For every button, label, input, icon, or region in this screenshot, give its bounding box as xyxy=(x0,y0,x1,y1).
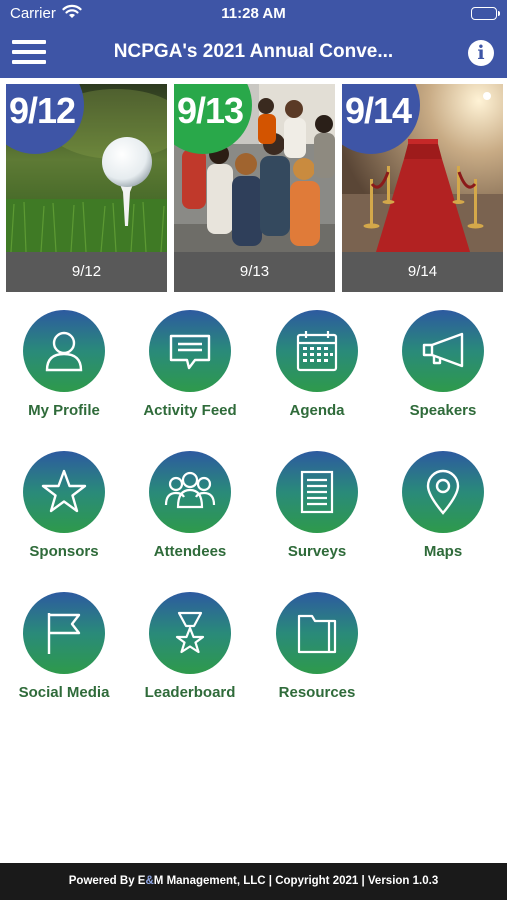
day-caption: 9/12 xyxy=(6,252,167,292)
menu-item-label: Activity Feed xyxy=(143,402,237,419)
menu-item-leaderboard[interactable]: Leaderboard xyxy=(127,592,253,701)
day-caption: 9/14 xyxy=(342,252,503,292)
day-tile-9-13[interactable]: 9/13 9/13 xyxy=(174,84,335,292)
date-badge-text: 9/13 xyxy=(177,90,244,131)
page-title: NCPGA's 2021 Annual Conve... xyxy=(113,41,394,62)
footer-prefix: Powered By xyxy=(68,875,138,887)
day-tile-9-14[interactable]: 9/14 9/14 xyxy=(342,84,503,292)
date-badge-text: 9/14 xyxy=(345,90,412,131)
info-icon[interactable]: i xyxy=(468,40,494,66)
date-badge-text: 9/12 xyxy=(9,90,76,131)
group-icon xyxy=(149,451,231,533)
menu-item-label: Surveys xyxy=(287,543,347,560)
day-tile-9-12[interactable]: 9/12 9/12 xyxy=(6,84,167,292)
menu-item-resources[interactable]: Resources xyxy=(254,592,380,701)
menu-item-social-media[interactable]: Social Media xyxy=(1,592,127,701)
map-pin-icon xyxy=(402,451,484,533)
menu-item-label: Attendees xyxy=(153,543,227,560)
menu-item-activity-feed[interactable]: Activity Feed xyxy=(127,310,253,419)
calendar-icon xyxy=(276,310,358,392)
star-icon xyxy=(23,451,105,533)
footer-m: M xyxy=(153,875,164,887)
menu-item-label: Sponsors xyxy=(29,543,99,560)
person-icon xyxy=(23,310,105,392)
document-icon xyxy=(276,451,358,533)
trophy-icon xyxy=(149,592,231,674)
menu-item-speakers[interactable]: Speakers xyxy=(380,310,506,419)
menu-item-surveys[interactable]: Surveys xyxy=(254,451,380,560)
footer-suffix: Management, LLC | Copyright 2021 | Versi… xyxy=(163,875,439,887)
folder-icon xyxy=(276,592,358,674)
hamburger-menu-icon[interactable] xyxy=(12,40,46,66)
menu-item-agenda[interactable]: Agenda xyxy=(254,310,380,419)
megaphone-icon xyxy=(402,310,484,392)
menu-item-label: My Profile xyxy=(28,402,100,419)
menu-item-attendees[interactable]: Attendees xyxy=(127,451,253,560)
menu-item-label: Speakers xyxy=(409,402,477,419)
day-tiles: 9/12 9/12 9/13 9/13 9/14 9/14 xyxy=(6,84,503,292)
menu-item-label: Social Media xyxy=(18,684,110,701)
day-caption: 9/13 xyxy=(174,252,335,292)
navigation-bar: NCPGA's 2021 Annual Conve... i xyxy=(0,28,507,78)
flag-icon xyxy=(23,592,105,674)
menu-item-label: Resources xyxy=(278,684,356,701)
status-bar: Carrier 11:28 AM xyxy=(0,0,507,28)
status-time: 11:28 AM xyxy=(221,5,286,22)
menu-item-label: Agenda xyxy=(289,402,345,419)
battery-icon xyxy=(471,7,500,20)
menu-item-label: Maps xyxy=(423,543,463,560)
footer-amp: & xyxy=(145,875,154,887)
menu-item-maps[interactable]: Maps xyxy=(380,451,506,560)
footer-credits: Powered By E&M Management, LLC | Copyrig… xyxy=(0,863,507,900)
menu-item-my-profile[interactable]: My Profile xyxy=(1,310,127,419)
chat-bubble-icon xyxy=(149,310,231,392)
menu-item-sponsors[interactable]: Sponsors xyxy=(1,451,127,560)
menu-item-label: Leaderboard xyxy=(144,684,236,701)
